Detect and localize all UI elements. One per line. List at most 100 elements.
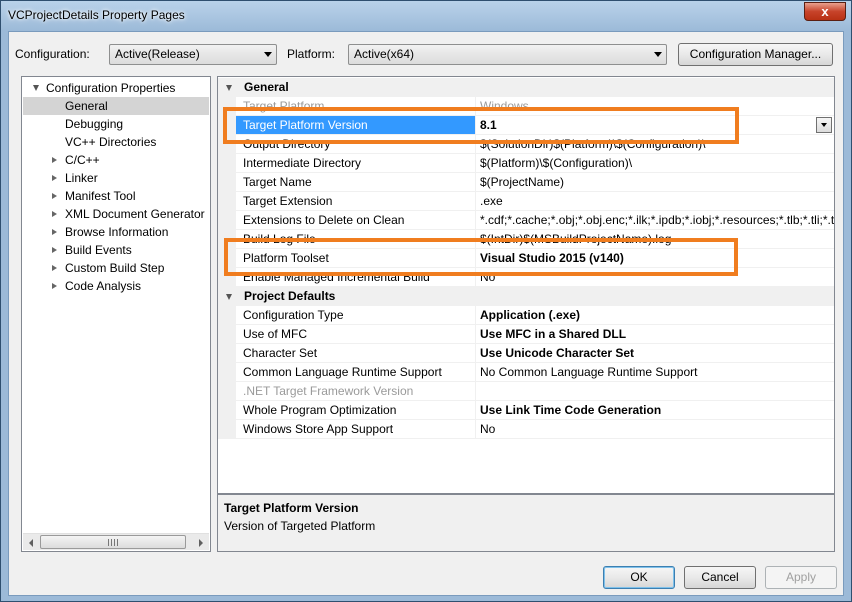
grip-icon bbox=[108, 539, 118, 546]
row-gutter bbox=[218, 211, 236, 230]
ok-button[interactable]: OK bbox=[603, 566, 675, 589]
scroll-left-icon[interactable] bbox=[29, 539, 33, 547]
platform-value: Active(x64) bbox=[354, 47, 415, 61]
tree-root-label: Configuration Properties bbox=[46, 81, 176, 95]
tree-item[interactable]: Linker bbox=[22, 169, 208, 187]
tree-item-label: Manifest Tool bbox=[65, 189, 136, 203]
tree-item-label: Browse Information bbox=[65, 225, 169, 239]
row-gutter bbox=[218, 173, 236, 192]
close-button[interactable]: x bbox=[804, 2, 846, 21]
tree-item-label: Linker bbox=[65, 171, 98, 185]
row-gutter bbox=[218, 344, 236, 363]
property-name[interactable]: Common Language Runtime Support bbox=[236, 363, 476, 382]
property-row[interactable]: Intermediate Directory $(Platform)\$(Conf… bbox=[218, 154, 834, 173]
description-text: Version of Targeted Platform bbox=[224, 519, 376, 533]
property-name[interactable]: Whole Program Optimization bbox=[236, 401, 476, 420]
property-name[interactable]: Character Set bbox=[236, 344, 476, 363]
tree-item-label: Code Analysis bbox=[65, 279, 142, 293]
tree-item[interactable]: Browse Information bbox=[22, 223, 208, 241]
property-row[interactable]: Whole Program Optimization Use Link Time … bbox=[218, 401, 834, 420]
expanded-triangle-icon[interactable] bbox=[226, 294, 232, 300]
property-row[interactable]: Target Name $(ProjectName) bbox=[218, 173, 834, 192]
property-name[interactable]: .NET Target Framework Version bbox=[236, 382, 476, 401]
window-title: VCProjectDetails Property Pages bbox=[8, 8, 185, 22]
property-name[interactable]: Configuration Type bbox=[236, 306, 476, 325]
property-name[interactable]: Windows Store App Support bbox=[236, 420, 476, 439]
property-name[interactable]: Extensions to Delete on Clean bbox=[236, 211, 476, 230]
collapsed-triangle-icon[interactable] bbox=[52, 229, 57, 235]
expanded-triangle-icon[interactable] bbox=[33, 85, 39, 91]
property-value[interactable] bbox=[476, 382, 834, 401]
row-gutter bbox=[218, 382, 236, 401]
tree-item-label: Custom Build Step bbox=[65, 261, 165, 275]
platform-dropdown[interactable]: Active(x64) bbox=[348, 44, 667, 65]
value-dropdown-button[interactable] bbox=[816, 117, 832, 133]
row-gutter bbox=[218, 154, 236, 173]
property-name[interactable]: Intermediate Directory bbox=[236, 154, 476, 173]
configuration-label: Configuration: bbox=[15, 47, 90, 61]
property-name[interactable]: Use of MFC bbox=[236, 325, 476, 344]
tree-item[interactable]: C/C++ bbox=[22, 151, 208, 169]
property-name[interactable]: Target Name bbox=[236, 173, 476, 192]
property-value[interactable]: *.cdf;*.cache;*.obj;*.obj.enc;*.ilk;*.ip… bbox=[476, 211, 834, 230]
tree-item-label: Build Events bbox=[65, 243, 132, 257]
property-row[interactable]: Common Language Runtime Support No Common… bbox=[218, 363, 834, 382]
tree-item-label: XML Document Generator bbox=[65, 207, 205, 221]
tree-horizontal-scrollbar[interactable] bbox=[23, 533, 209, 550]
row-gutter bbox=[218, 420, 236, 439]
property-row[interactable]: Configuration Type Application (.exe) bbox=[218, 306, 834, 325]
property-value[interactable]: Application (.exe) bbox=[476, 306, 834, 325]
property-row[interactable]: .NET Target Framework Version bbox=[218, 382, 834, 401]
apply-button[interactable]: Apply bbox=[765, 566, 837, 589]
tree-item[interactable]: Build Events bbox=[22, 241, 208, 259]
property-value[interactable]: .exe bbox=[476, 192, 834, 211]
configuration-dropdown[interactable]: Active(Release) bbox=[109, 44, 277, 65]
property-row[interactable]: Target Extension .exe bbox=[218, 192, 834, 211]
tree-item[interactable]: Code Analysis bbox=[22, 277, 208, 295]
property-row[interactable]: Extensions to Delete on Clean *.cdf;*.cac… bbox=[218, 211, 834, 230]
property-value[interactable]: No bbox=[476, 420, 834, 439]
collapsed-triangle-icon[interactable] bbox=[52, 193, 57, 199]
property-value[interactable]: No Common Language Runtime Support bbox=[476, 363, 834, 382]
configuration-manager-button[interactable]: Configuration Manager... bbox=[678, 43, 833, 66]
chevron-down-icon bbox=[264, 52, 272, 57]
platform-label: Platform: bbox=[287, 47, 336, 61]
category-tree[interactable]: Configuration Properties General Debuggin… bbox=[21, 76, 211, 552]
grid-category[interactable]: Project Defaults bbox=[218, 287, 834, 306]
tree-item[interactable]: XML Document Generator bbox=[22, 205, 208, 223]
property-value[interactable]: $(Platform)\$(Configuration)\ bbox=[476, 154, 834, 173]
property-row[interactable]: Use of MFC Use MFC in a Shared DLL bbox=[218, 325, 834, 344]
tree-item-label: General bbox=[65, 99, 108, 113]
chevron-down-icon bbox=[654, 52, 662, 57]
row-gutter bbox=[218, 306, 236, 325]
expanded-triangle-icon[interactable] bbox=[226, 85, 232, 91]
tree-item[interactable]: Manifest Tool bbox=[22, 187, 208, 205]
tree-item[interactable]: VC++ Directories bbox=[22, 133, 208, 151]
cancel-button[interactable]: Cancel bbox=[684, 566, 756, 589]
property-value[interactable]: Use MFC in a Shared DLL bbox=[476, 325, 834, 344]
chevron-down-icon bbox=[821, 123, 827, 127]
collapsed-triangle-icon[interactable] bbox=[52, 211, 57, 217]
highlight-platform-toolset bbox=[224, 238, 738, 276]
collapsed-triangle-icon[interactable] bbox=[52, 283, 57, 289]
property-row[interactable]: Character Set Use Unicode Character Set bbox=[218, 344, 834, 363]
property-value[interactable]: $(ProjectName) bbox=[476, 173, 834, 192]
title-bar[interactable]: VCProjectDetails Property Pages x bbox=[1, 1, 851, 31]
scrollbar-thumb[interactable] bbox=[40, 535, 186, 549]
collapsed-triangle-icon[interactable] bbox=[52, 175, 57, 181]
tree-item-label: C/C++ bbox=[65, 153, 100, 167]
highlight-target-platform-version bbox=[223, 107, 739, 144]
tree-root[interactable]: Configuration Properties bbox=[22, 79, 208, 97]
tree-item[interactable]: Debugging bbox=[22, 115, 208, 133]
tree-item[interactable]: Custom Build Step bbox=[22, 259, 208, 277]
grid-category[interactable]: General bbox=[218, 78, 834, 97]
collapsed-triangle-icon[interactable] bbox=[52, 247, 57, 253]
property-name[interactable]: Target Extension bbox=[236, 192, 476, 211]
property-row[interactable]: Windows Store App Support No bbox=[218, 420, 834, 439]
property-value[interactable]: Use Link Time Code Generation bbox=[476, 401, 834, 420]
scroll-right-icon[interactable] bbox=[199, 539, 203, 547]
collapsed-triangle-icon[interactable] bbox=[52, 157, 57, 163]
property-value[interactable]: Use Unicode Character Set bbox=[476, 344, 834, 363]
tree-item[interactable]: General bbox=[23, 97, 209, 115]
collapsed-triangle-icon[interactable] bbox=[52, 265, 57, 271]
